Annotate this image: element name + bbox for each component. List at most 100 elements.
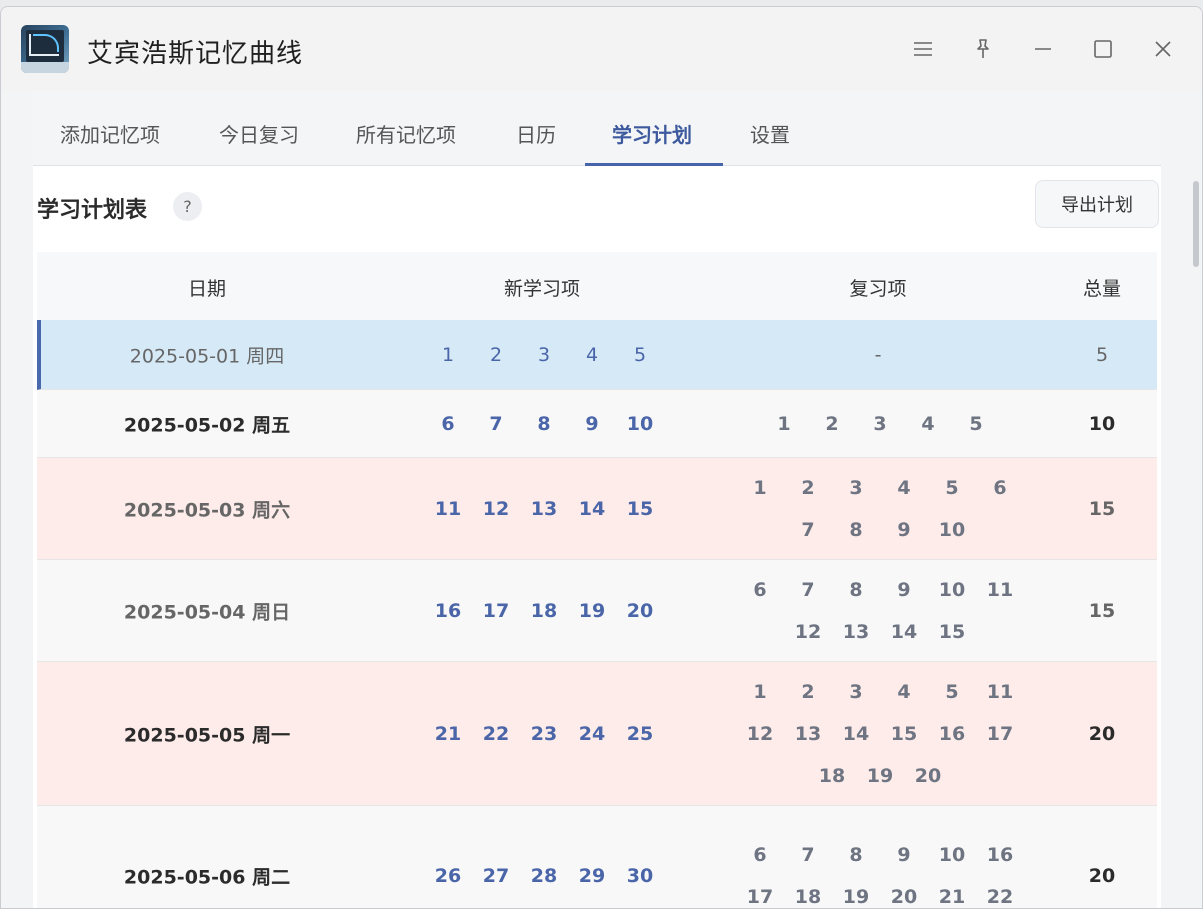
review-item-number: 3: [849, 681, 863, 703]
row-total: 15: [1088, 498, 1116, 520]
scrollbar[interactable]: [1189, 91, 1202, 908]
row-date: 2025-05-04 周日: [123, 601, 291, 624]
review-item-number: 9: [897, 844, 911, 866]
row-date: 2025-05-02 周五: [123, 414, 291, 437]
review-item-number: 4: [921, 413, 935, 435]
header-total: 总量: [1082, 278, 1122, 300]
new-item-number: 30: [626, 865, 654, 887]
title-bar: 艾宾浩斯记忆曲线: [1, 7, 1202, 91]
review-item-number: 1: [777, 413, 791, 435]
review-item-number: 7: [801, 844, 815, 866]
review-item-number: 15: [890, 723, 918, 745]
review-item-number: 3: [873, 413, 887, 435]
review-item-number: 19: [842, 886, 870, 908]
new-item-number: 8: [537, 413, 551, 435]
row-date: 2025-05-03 周六: [123, 499, 291, 522]
new-item-number: 4: [585, 344, 599, 366]
new-item-number: 18: [530, 600, 558, 622]
review-item-number: 16: [986, 844, 1014, 866]
app-title: 艾宾浩斯记忆曲线: [87, 39, 304, 69]
new-item-number: 6: [441, 413, 455, 435]
pin-icon[interactable]: [967, 33, 999, 65]
review-item-number: 18: [818, 765, 846, 787]
review-item-number: 5: [969, 413, 983, 435]
new-item-number: 20: [626, 600, 654, 622]
new-item-number: 23: [530, 723, 558, 745]
review-item-number: 2: [825, 413, 839, 435]
table-header: 日期 新学习项 复习项 总量: [37, 252, 1157, 320]
menu-icon[interactable]: [907, 33, 939, 65]
help-icon[interactable]: ?: [173, 192, 202, 221]
minimize-icon[interactable]: [1027, 33, 1059, 65]
row-total: 20: [1088, 723, 1116, 745]
close-icon[interactable]: [1147, 33, 1179, 65]
tab-all-items[interactable]: 所有记忆项: [356, 119, 456, 166]
new-item-number: 27: [482, 865, 510, 887]
review-item-number: 6: [753, 844, 767, 866]
tab-calendar[interactable]: 日历: [516, 119, 556, 166]
review-item-number: 8: [849, 579, 863, 601]
scrollbar-thumb[interactable]: [1193, 181, 1199, 267]
table-row[interactable]: 2025-05-01 周四 1 2 3 4 5 - 5: [37, 320, 1157, 390]
review-item-number: 10: [938, 844, 966, 866]
row-total: 5: [1095, 344, 1109, 366]
review-item-number: 1: [753, 477, 767, 499]
review-item-number: 13: [842, 621, 870, 643]
review-item-number: 4: [897, 681, 911, 703]
review-item-number: 9: [897, 519, 911, 541]
review-item-number: 14: [890, 621, 918, 643]
maximize-icon[interactable]: [1087, 33, 1119, 65]
review-item-number: 12: [794, 621, 822, 643]
review-item-number: 5: [945, 681, 959, 703]
review-item-number: 20: [890, 886, 918, 908]
review-item-number: 13: [794, 723, 822, 745]
export-plan-button[interactable]: 导出计划: [1035, 180, 1159, 228]
tab-today-review[interactable]: 今日复习: [219, 119, 299, 166]
row-date: 2025-05-01 周四: [129, 345, 285, 368]
review-item-number: 20: [914, 765, 942, 787]
new-item-number: 9: [585, 413, 599, 435]
review-item-number: 6: [993, 477, 1007, 499]
review-item-number: 22: [986, 886, 1014, 908]
review-item-number: 14: [842, 723, 870, 745]
table-row[interactable]: 2025-05-03 周六 11 12 13 14 15 1 2 3 4 5 6 7 8 9 10 15: [37, 458, 1157, 560]
new-item-number: 7: [489, 413, 503, 435]
study-plan-panel: 学习计划表 ? 导出计划 日期 新学习项 复习项 总量 2025-05-01 周…: [35, 166, 1159, 908]
row-date: 2025-05-05 周一: [123, 724, 291, 747]
review-item-number: 18: [794, 886, 822, 908]
review-item-number: 4: [897, 477, 911, 499]
row-total: 10: [1088, 413, 1116, 435]
table-row[interactable]: 2025-05-06 周二 26 27 28 29 30 6 7 8 9 10 16 17 18 19 20 2…: [37, 806, 1157, 908]
new-item-number: 17: [482, 600, 510, 622]
review-item-number: 15: [938, 621, 966, 643]
review-item-number: 5: [945, 477, 959, 499]
new-item-number: 13: [530, 498, 558, 520]
app-logo-icon: [21, 25, 69, 73]
new-item-number: 16: [434, 600, 462, 622]
new-item-number: 1: [441, 344, 455, 366]
new-item-number: 22: [482, 723, 510, 745]
review-item-number: 8: [849, 844, 863, 866]
header-review-items: 复习项: [849, 278, 907, 300]
new-item-number: 26: [434, 865, 462, 887]
table-row[interactable]: 2025-05-02 周五 6 7 8 9 10 1 2 3 4 5 10: [37, 390, 1157, 458]
new-item-number: 29: [578, 865, 606, 887]
table-row[interactable]: 2025-05-04 周日 16 17 18 19 20 6 7 8 9 10 11 12 13 14 15 1…: [37, 560, 1157, 662]
tab-settings[interactable]: 设置: [750, 119, 790, 166]
review-item-number: 10: [938, 579, 966, 601]
header-date: 日期: [187, 278, 227, 300]
tab-study-plan[interactable]: 学习计划: [612, 119, 692, 166]
review-item-number: 10: [938, 519, 966, 541]
tab-add-item[interactable]: 添加记忆项: [60, 119, 160, 166]
review-item-number: 17: [746, 886, 774, 908]
row-date: 2025-05-06 周二: [123, 866, 291, 889]
review-item-number: 17: [986, 723, 1014, 745]
review-item-number: 12: [746, 723, 774, 745]
review-item-number: 19: [866, 765, 894, 787]
table-row[interactable]: 2025-05-05 周一 21 22 23 24 25 1 2 3 4 5 11 12 13 14 15 16…: [37, 662, 1157, 806]
new-item-number: 2: [489, 344, 503, 366]
review-item-number: 7: [801, 579, 815, 601]
tab-bar: 添加记忆项 今日复习 所有记忆项 日历 学习计划 设置: [33, 91, 1161, 166]
review-item-number: 11: [986, 579, 1014, 601]
new-item-number: 10: [626, 413, 654, 435]
